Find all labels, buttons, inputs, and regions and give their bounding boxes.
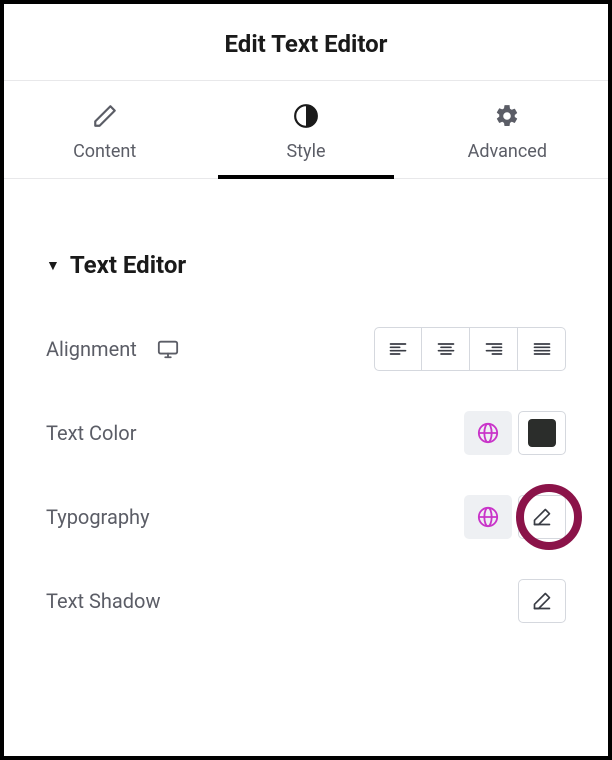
text-shadow-edit-button[interactable] xyxy=(518,579,566,623)
row-typography: Typography xyxy=(46,493,566,541)
tab-label: Advanced xyxy=(407,141,608,162)
color-swatch xyxy=(528,419,556,447)
globe-icon xyxy=(477,506,499,528)
contrast-icon xyxy=(205,103,406,129)
typography-edit-button[interactable] xyxy=(518,495,566,539)
active-tab-indicator xyxy=(218,175,394,179)
tab-label: Style xyxy=(205,141,406,162)
tab-advanced[interactable]: Advanced xyxy=(407,81,608,178)
global-typography-button[interactable] xyxy=(464,495,512,539)
text-color-label: Text Color xyxy=(46,421,136,445)
section-header[interactable]: ▼ Text Editor xyxy=(46,251,566,279)
alignment-buttons xyxy=(374,327,566,371)
pencil-icon xyxy=(532,591,552,611)
align-center-button[interactable] xyxy=(422,327,470,371)
panel-title: Edit Text Editor xyxy=(4,30,608,58)
text-shadow-label: Text Shadow xyxy=(46,589,160,613)
tab-content[interactable]: Content xyxy=(4,81,205,178)
tab-label: Content xyxy=(4,141,205,162)
row-text-shadow: Text Shadow xyxy=(46,577,566,625)
row-alignment: Alignment xyxy=(46,325,566,373)
pencil-icon xyxy=(532,507,552,527)
pencil-icon xyxy=(4,103,205,129)
caret-down-icon: ▼ xyxy=(46,257,60,274)
row-text-color: Text Color xyxy=(46,409,566,457)
typography-label: Typography xyxy=(46,505,150,529)
style-panel: ▼ Text Editor Alignment xyxy=(4,179,608,625)
globe-icon xyxy=(477,422,499,444)
alignment-label: Alignment xyxy=(46,337,137,361)
align-justify-button[interactable] xyxy=(518,327,566,371)
section-title: Text Editor xyxy=(70,251,186,279)
color-picker-button[interactable] xyxy=(518,411,566,455)
align-right-button[interactable] xyxy=(470,327,518,371)
global-color-button[interactable] xyxy=(464,411,512,455)
desktop-icon[interactable] xyxy=(157,338,179,360)
panel-header: Edit Text Editor xyxy=(4,4,608,80)
align-left-button[interactable] xyxy=(374,327,422,371)
editor-panel: Edit Text Editor Content Style Advanced … xyxy=(0,0,612,760)
gear-icon xyxy=(407,103,608,129)
tab-style[interactable]: Style xyxy=(205,81,406,178)
tabs: Content Style Advanced xyxy=(4,81,608,179)
